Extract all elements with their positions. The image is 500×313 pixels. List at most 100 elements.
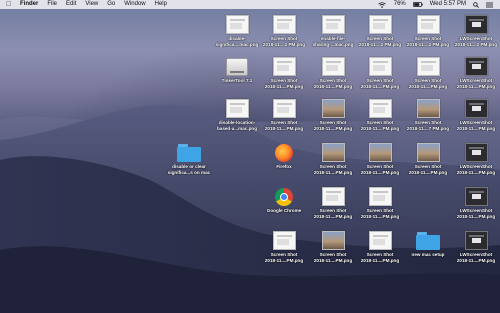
image-file-icon	[464, 15, 488, 34]
desktop-item-ss-r3c5[interactable]: Screen Shot 2018-11....7 PM.png	[403, 97, 453, 141]
desktop-item-label: Screen Shot 2018-11....2 PM.png	[358, 36, 402, 47]
firefox-icon	[275, 144, 293, 162]
icon-thumbnail	[275, 141, 293, 162]
desktop-item-enable-file-sharing[interactable]: enable-file-sharing-...mac.png	[308, 13, 358, 57]
desktop-item-label: Screen Shot 2018-11....PM.png	[264, 78, 304, 89]
image-file-icon	[321, 99, 345, 118]
menu-bar:  Finder File Edit View Go Window Help 7…	[0, 0, 500, 9]
battery-icon[interactable]	[412, 2, 423, 7]
menu-edit[interactable]: Edit	[66, 0, 76, 9]
icon-thumbnail	[226, 55, 248, 76]
desktop-item-label: TinkerTool 7.1	[221, 78, 253, 83]
icon-thumbnail	[464, 141, 488, 162]
desktop-item-disable-significant[interactable]: disable-significa....mac.png	[212, 13, 262, 57]
desktop-item-label: Screen Shot 2018-11....PM.png	[313, 120, 353, 131]
image-file-icon	[225, 15, 249, 34]
desktop-item-label: LWScreenShot 2018-11....PM.png	[456, 208, 496, 219]
desktop-item-label: Screen Shot 2018-11....7 PM.png	[406, 120, 450, 131]
menu-file[interactable]: File	[47, 0, 57, 9]
icon-thumbnail	[321, 141, 345, 162]
desktop-item-ss-r4c4[interactable]: Screen Shot 2018-11....PM.png	[355, 141, 405, 185]
icon-thumbnail	[368, 229, 392, 250]
image-file-icon	[321, 231, 345, 250]
desktop-item-label: Screen Shot 2018-11....PM.png	[313, 164, 353, 175]
desktop-item-label: Screen Shot 2018-11....PM.png	[360, 78, 400, 89]
image-file-icon	[464, 99, 488, 118]
image-file-icon	[464, 143, 488, 162]
desktop-item-firefox[interactable]: Firefox	[259, 141, 309, 185]
desktop-item-ss-r4c3[interactable]: Screen Shot 2018-11....PM.png	[308, 141, 358, 185]
folder-icon	[177, 144, 201, 162]
desktop-item-label: LWScreenShot 2018-11....PM.png	[456, 164, 496, 175]
menu-finder[interactable]: Finder	[20, 0, 38, 9]
image-file-icon	[416, 57, 440, 76]
image-file-icon	[272, 15, 296, 34]
desktop-item-label: enable-file-sharing-...mac.png	[312, 36, 354, 47]
desktop-item-lw-r6c6[interactable]: LWScreenShot 2018-11....PM.png	[451, 229, 500, 273]
menu-window[interactable]: Window	[124, 0, 145, 9]
wifi-icon[interactable]	[378, 1, 386, 8]
desktop-item-lw-r5c6[interactable]: LWScreenShot 2018-11....PM.png	[451, 185, 500, 229]
desktop-item-label: Screen Shot 2018-11....PM.png	[360, 120, 400, 131]
desktop-item-ss-r3c4[interactable]: Screen Shot 2018-11....PM.png	[355, 97, 405, 141]
icon-thumbnail	[368, 97, 392, 118]
desktop-item-label: Screen Shot 2018-11....PM.png	[264, 120, 304, 131]
image-file-icon	[321, 57, 345, 76]
icon-thumbnail	[368, 141, 392, 162]
image-file-icon	[416, 99, 440, 118]
desktop-item-ss-r1c4[interactable]: Screen Shot 2018-11....2 PM.png	[355, 13, 405, 57]
menu-view[interactable]: View	[85, 0, 98, 9]
desktop-item-ss-r5c4[interactable]: Screen Shot 2018-11....PM.png	[355, 185, 405, 229]
desktop-item-lw-r1c6[interactable]: LWScreenShot 2018-11....2 PM.png	[451, 13, 500, 57]
apple-menu-icon[interactable]: 	[6, 0, 12, 9]
desktop-item-ss-r6c2[interactable]: Screen Shot 2018-11....PM.png	[259, 229, 309, 273]
image-file-icon	[368, 231, 392, 250]
icon-thumbnail	[272, 229, 296, 250]
status-area: 76% Wed 5:57 PM	[378, 0, 500, 9]
desktop-item-ss-r5c3[interactable]: Screen Shot 2018-11....PM.png	[308, 185, 358, 229]
desktop-item-disable-clear-folder[interactable]: disable or clear significa...s on mac	[164, 141, 214, 185]
desktop-item-ss-r4c5[interactable]: Screen Shot 2018-11....PM.png	[403, 141, 453, 185]
icon-thumbnail	[416, 97, 440, 118]
desktop-item-ss-r2c5[interactable]: Screen Shot 2018-11....PM.png	[403, 55, 453, 99]
icon-thumbnail	[272, 55, 296, 76]
desktop-item-label: Screen Shot 2018-11....PM.png	[408, 164, 448, 175]
menu-help[interactable]: Help	[155, 0, 167, 9]
icon-thumbnail	[272, 13, 296, 34]
icon-thumbnail	[464, 13, 488, 34]
desktop-item-lw-r4c6[interactable]: LWScreenShot 2018-11....PM.png	[451, 141, 500, 185]
desktop-item-ss-r2c3[interactable]: Screen Shot 2018-11....PM.png	[308, 55, 358, 99]
desktop-item-ss-r3c2[interactable]: Screen Shot 2018-11....PM.png	[259, 97, 309, 141]
icon-thumbnail	[416, 13, 440, 34]
icon-thumbnail	[321, 55, 345, 76]
desktop-item-ss-r2c2[interactable]: Screen Shot 2018-11....PM.png	[259, 55, 309, 99]
icon-thumbnail	[177, 141, 201, 162]
image-file-icon	[368, 143, 392, 162]
desktop-item-label: disable or clear significa...s on mac	[167, 164, 211, 175]
image-file-icon	[321, 187, 345, 206]
desktop-item-disable-location[interactable]: disable-location-based-a...mac.png	[212, 97, 262, 141]
desktop-item-ss-r3c3[interactable]: Screen Shot 2018-11....PM.png	[308, 97, 358, 141]
clock[interactable]: Wed 5:57 PM	[430, 0, 466, 9]
desktop-item-ss-r6c4[interactable]: Screen Shot 2018-11....PM.png	[355, 229, 405, 273]
desktop-item-chrome[interactable]: Google Chrome	[259, 185, 309, 229]
desktop-item-ss-r2c4[interactable]: Screen Shot 2018-11....PM.png	[355, 55, 405, 99]
desktop-item-ss-r1c2[interactable]: Screen Shot 2018-11....2 PM.png	[259, 13, 309, 57]
desktop-item-tinkertool[interactable]: TinkerTool 7.1	[212, 55, 262, 99]
desktop-item-label: disable-significa....mac.png	[215, 36, 259, 47]
desktop-item-ss-r6c3[interactable]: Screen Shot 2018-11....PM.png	[308, 229, 358, 273]
menu-go[interactable]: Go	[107, 0, 115, 9]
image-file-icon	[368, 187, 392, 206]
image-file-icon	[368, 57, 392, 76]
spotlight-search-icon[interactable]	[473, 1, 479, 8]
icon-thumbnail	[464, 97, 488, 118]
desktop-item-ss-r1c5[interactable]: Screen Shot 2018-11....2 PM.png	[403, 13, 453, 57]
notification-center-icon[interactable]	[486, 2, 493, 8]
desktop-item-new-mac-setup[interactable]: new mac setup	[403, 229, 453, 273]
image-file-icon	[368, 15, 392, 34]
disk-image-icon	[226, 58, 248, 76]
desktop-item-label: LWScreenShot 2018-11....PM.png	[456, 78, 496, 89]
desktop-item-lw-r2c6[interactable]: LWScreenShot 2018-11....PM.png	[451, 55, 500, 99]
desktop-item-label: Screen Shot 2018-11....PM.png	[313, 78, 353, 89]
desktop-item-lw-r3c6[interactable]: LWScreenShot 2018-11....PM.png	[451, 97, 500, 141]
